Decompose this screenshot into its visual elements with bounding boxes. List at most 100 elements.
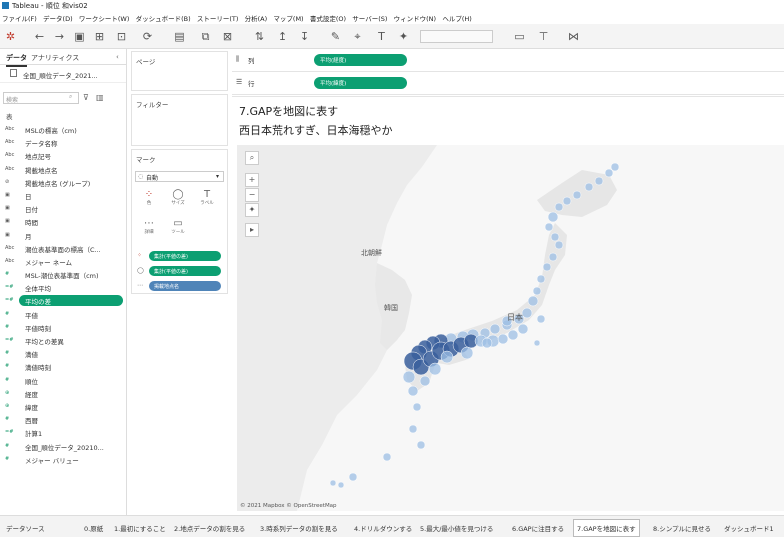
redo-icon[interactable]: → <box>52 29 67 44</box>
map-mark[interactable] <box>382 452 392 462</box>
rows-pill[interactable]: 平均(緯度) <box>314 77 407 89</box>
color-button[interactable]: ⁘ 色 <box>136 188 162 214</box>
rows-shelf[interactable]: ☰ 行 平均(緯度) <box>232 72 784 95</box>
label-icon[interactable]: T <box>374 29 389 44</box>
map-mark[interactable] <box>548 252 558 262</box>
tab-sheet-8[interactable]: 8.シンプルに見せる <box>651 521 713 535</box>
sort-asc-icon[interactable]: ↥ <box>275 29 290 44</box>
menu-story[interactable]: ストーリー(T) <box>195 11 241 23</box>
columns-pill[interactable]: 平均(経度) <box>314 54 407 66</box>
menu-worksheet[interactable]: ワークシート(W) <box>77 11 132 23</box>
field-item[interactable]: ▣ 日 <box>0 189 126 202</box>
pause-updates-icon[interactable]: ⊡ <box>114 29 129 44</box>
menu-server[interactable]: サーバー(S) <box>350 11 389 23</box>
tab-sheet-5[interactable]: 5.最大/最小値を見つける <box>418 521 495 535</box>
map-mark[interactable] <box>337 481 345 489</box>
map-mark[interactable] <box>554 202 564 212</box>
map-mark[interactable] <box>536 274 546 284</box>
map-mark[interactable] <box>419 375 431 387</box>
map-mark[interactable] <box>507 329 519 341</box>
field-item[interactable]: # 満値 <box>0 347 126 360</box>
field-item[interactable]: # 西暦 <box>0 413 126 426</box>
field-item[interactable]: Abc MSLの標高（cm) <box>0 123 126 136</box>
map-mark[interactable] <box>416 440 426 450</box>
field-item[interactable]: =# 計算1 <box>0 426 126 439</box>
menu-format[interactable]: 書式設定(O) <box>308 11 348 23</box>
map-mark[interactable] <box>460 346 474 360</box>
field-item[interactable]: Abc データ名称 <box>0 136 126 149</box>
tab-analytics[interactable]: アナリティクス <box>31 53 79 63</box>
sort-desc-icon[interactable]: ↧ <box>297 29 312 44</box>
menu-help[interactable]: ヘルプ(H) <box>440 11 473 23</box>
map-mark[interactable] <box>408 424 418 434</box>
menu-window[interactable]: ウィンドウ(N) <box>392 11 438 23</box>
tableau-logo-icon[interactable]: ✲ <box>3 29 18 44</box>
map-mark[interactable] <box>440 350 454 364</box>
map-mark[interactable] <box>407 385 419 397</box>
toolbar-search-field[interactable] <box>420 30 493 43</box>
map-mark[interactable] <box>329 479 337 487</box>
pages-card[interactable]: ページ <box>131 51 228 91</box>
field-item[interactable]: ⊕ 経度 <box>0 387 126 400</box>
field-item[interactable]: # MSL-潮位表基準面（cm) <box>0 268 126 281</box>
map-mark[interactable] <box>348 472 358 482</box>
clear-sheet-icon[interactable]: ⊠ <box>220 29 235 44</box>
filters-card[interactable]: フィルター <box>131 94 228 146</box>
map-mark[interactable] <box>489 323 501 335</box>
swap-icon[interactable]: ⇅ <box>252 29 267 44</box>
field-item[interactable]: Abc 掲載地点名 <box>0 163 126 176</box>
field-item[interactable]: # 平値時刻 <box>0 321 126 334</box>
undo-icon[interactable]: ← <box>32 29 47 44</box>
tab-datasource[interactable]: データソース <box>4 521 47 535</box>
field-item[interactable]: # 順位 <box>0 374 126 387</box>
collapse-icon[interactable]: ‹ <box>116 53 119 61</box>
field-item[interactable]: ⊕ 緯度 <box>0 400 126 413</box>
mark-pill-color[interactable]: 集計(平値の差) <box>149 251 221 261</box>
map-mark[interactable] <box>572 190 582 200</box>
menu-analysis[interactable]: 分析(A) <box>243 11 270 23</box>
field-item[interactable]: ▣ 時間 <box>0 215 126 228</box>
field-item[interactable]: # メジャー バリュー <box>0 453 126 466</box>
tab-dashboard-1[interactable]: ダッシュボード1 <box>722 521 776 535</box>
field-item[interactable]: Abc 潮位表基準面の標高（C... <box>0 242 126 255</box>
field-item[interactable]: Abc メジャー ネーム <box>0 255 126 268</box>
columns-shelf[interactable]: ⫼ 列 平均(経度) <box>232 49 784 72</box>
map-mark[interactable] <box>532 286 542 296</box>
map-mark[interactable] <box>428 362 442 376</box>
datasource-item[interactable]: 全国_順位データ_2021... <box>0 65 126 83</box>
field-item[interactable]: ▣ 日付 <box>0 202 126 215</box>
map-mark[interactable] <box>550 232 560 242</box>
menu-map[interactable]: マップ(M) <box>271 11 305 23</box>
mark-pill-detail[interactable]: 掲載地点名 <box>149 281 221 291</box>
map-mark[interactable] <box>544 222 554 232</box>
tab-sheet-2[interactable]: 2.地点データの割を見る <box>172 521 247 535</box>
zoom-in-icon[interactable]: + <box>245 173 259 187</box>
field-item[interactable]: Abc 地点記号 <box>0 149 126 162</box>
map-mark[interactable] <box>554 240 564 250</box>
mark-pill-size[interactable]: 集計(平値の差) <box>149 266 221 276</box>
map-mark[interactable] <box>536 314 546 324</box>
tooltip-button[interactable]: ▭ ツール <box>165 217 191 243</box>
map-mark[interactable] <box>547 211 559 223</box>
map-view[interactable]: ⌕ + − ✦ ▸ 北朝鮮 韓国 日本 © 2021 Mapbox © Open… <box>237 145 784 511</box>
field-item[interactable]: # 全国_順位データ_20210... <box>0 440 126 453</box>
tab-sheet-6[interactable]: 6.GAPに注目する <box>510 521 566 535</box>
mark-type-dropdown[interactable]: ◌ 自動 ▾ <box>135 171 224 182</box>
map-mark[interactable] <box>610 162 620 172</box>
map-mark[interactable] <box>542 262 552 272</box>
tab-sheet-1[interactable]: 1.最初にすること <box>112 521 168 535</box>
map-search-icon[interactable]: ⌕ <box>245 151 259 165</box>
filter-icon[interactable]: ⊽ <box>83 93 89 102</box>
map-mark[interactable] <box>527 295 539 307</box>
highlight-icon[interactable]: ✎ <box>328 29 343 44</box>
expand-tools-icon[interactable]: ▸ <box>245 223 259 237</box>
new-datasource-icon[interactable]: ⊞ <box>92 29 107 44</box>
map-mark[interactable] <box>517 323 529 335</box>
map-mark[interactable] <box>481 337 493 349</box>
map-mark[interactable] <box>584 182 594 192</box>
detail-button[interactable]: ⋯ 詳細 <box>136 217 162 243</box>
tab-sheet-7[interactable]: 7.GAPを地図に表す <box>573 519 640 537</box>
new-worksheet-icon[interactable]: ▤ <box>172 29 187 44</box>
menu-dashboard[interactable]: ダッシュボード(B) <box>134 11 193 23</box>
save-icon[interactable]: ▣ <box>72 29 87 44</box>
